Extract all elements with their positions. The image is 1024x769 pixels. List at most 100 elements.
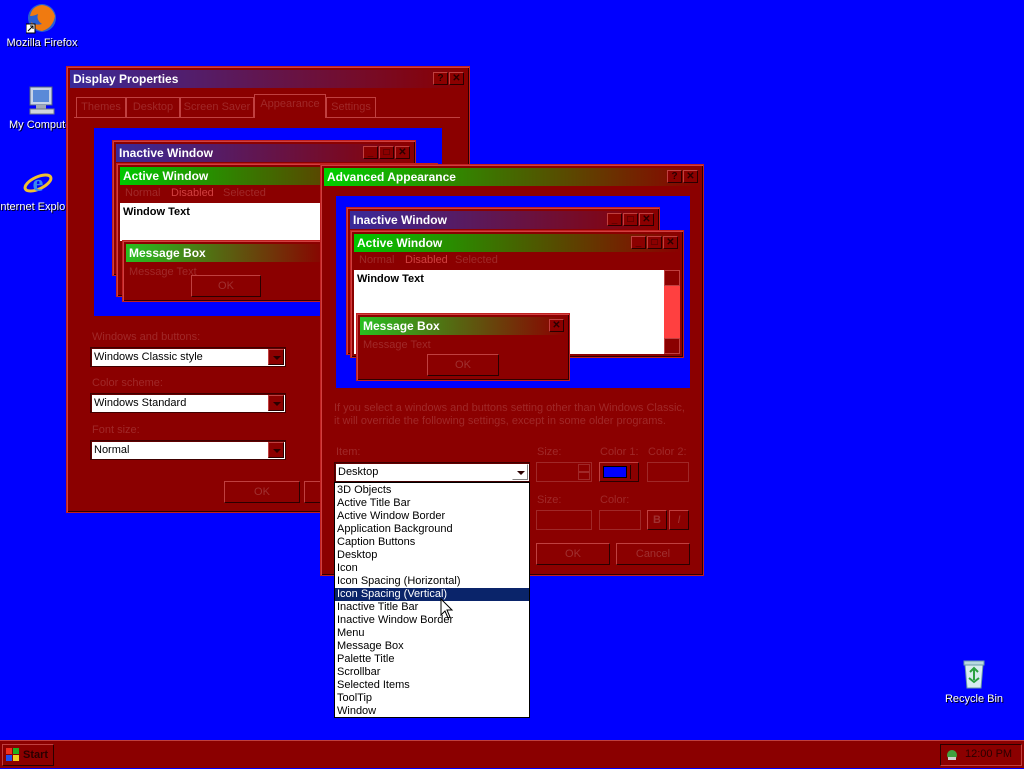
bold-button[interactable]: B <box>647 510 667 530</box>
aa-preview-inactive-title-bar: Inactive Window _ □ ✕ <box>350 211 656 229</box>
svg-text:e: e <box>33 171 44 197</box>
dp-preview-window-text: Window Text <box>120 203 323 241</box>
dp-preview-message-box: Message Box Message Text OK <box>122 240 332 302</box>
tab-screen-saver[interactable]: Screen Saver <box>180 97 254 117</box>
aa-preview-active-title-bar: Active Window _ □ ✕ <box>354 234 680 252</box>
font-size-select[interactable]: Normal <box>90 440 286 460</box>
aa-cancel-button[interactable]: Cancel <box>616 543 690 565</box>
item-option[interactable]: Active Window Border <box>335 510 529 523</box>
desktop-icon-label: Mozilla Firefox <box>6 37 78 49</box>
taskbar-clock[interactable]: 12:00 PM <box>965 748 1012 760</box>
font-size-select-aa[interactable] <box>536 510 592 530</box>
item-value: Desktop <box>338 466 379 478</box>
item-option[interactable]: Menu <box>335 627 529 640</box>
maximize-icon: □ <box>647 236 662 249</box>
menu-normal: Normal <box>359 254 395 266</box>
dp-ok-button[interactable]: OK <box>224 481 300 503</box>
window-title: Display Properties <box>73 72 179 86</box>
chevron-down-icon[interactable] <box>268 349 284 365</box>
font-size-value: Normal <box>94 444 130 456</box>
dp-message-box-title-bar: Message Box <box>126 244 328 262</box>
item-option[interactable]: ToolTip <box>335 692 529 705</box>
item-option[interactable]: Scrollbar <box>335 666 529 679</box>
mouse-cursor-icon <box>440 597 454 623</box>
windows-logo-icon <box>6 748 20 769</box>
window-title-bar[interactable]: Advanced Appearance ? ✕ <box>324 168 700 186</box>
menu-selected: Selected <box>223 187 266 199</box>
spin-down-icon[interactable] <box>578 472 590 480</box>
chevron-down-icon[interactable] <box>512 464 528 480</box>
close-icon: ✕ <box>395 146 410 159</box>
item-option[interactable]: Inactive Title Bar <box>335 601 529 614</box>
tab-themes[interactable]: Themes <box>76 97 126 117</box>
menu-selected: Selected <box>455 254 498 266</box>
minimize-icon: _ <box>607 213 622 226</box>
color2-picker[interactable] <box>647 462 689 482</box>
item-option[interactable]: Icon Spacing (Vertical) <box>335 588 529 601</box>
aa-message-box-title-bar: Message Box ✕ <box>360 317 566 335</box>
menu-disabled: Disabled <box>405 254 448 266</box>
help-button[interactable]: ? <box>667 170 682 183</box>
aa-message-box-title: Message Box <box>363 319 440 333</box>
item-option[interactable]: Palette Title <box>335 653 529 666</box>
menu-disabled: Disabled <box>171 187 214 199</box>
aa-message-text: Message Text <box>363 339 431 351</box>
item-option[interactable]: Selected Items <box>335 679 529 692</box>
item-option[interactable]: Icon <box>335 562 529 575</box>
font-color-picker[interactable] <box>599 510 641 530</box>
color-scheme-select[interactable]: Windows Standard <box>90 393 286 413</box>
aa-info-line-2: it will override the following settings,… <box>334 415 666 427</box>
item-option[interactable]: Message Box <box>335 640 529 653</box>
size-label: Size: <box>537 446 562 458</box>
spin-up-icon[interactable] <box>578 464 590 472</box>
window-title: Advanced Appearance <box>327 170 456 184</box>
scroll-down-icon <box>664 338 680 354</box>
item-option[interactable]: Application Background <box>335 523 529 536</box>
tray-network-icon[interactable] <box>945 748 959 765</box>
color1-picker[interactable] <box>599 462 639 482</box>
help-button[interactable]: ? <box>433 72 448 85</box>
ie-icon: e <box>22 166 54 198</box>
windows-buttons-value: Windows Classic style <box>94 351 203 363</box>
item-option[interactable]: Inactive Window Border <box>335 614 529 627</box>
scroll-up-icon <box>664 270 680 286</box>
italic-button[interactable]: I <box>669 510 689 530</box>
recycle-bin-icon <box>958 658 990 690</box>
start-button[interactable]: Start <box>2 744 54 766</box>
taskbar: Start 12:00 PM <box>0 740 1024 768</box>
item-option[interactable]: Window <box>335 705 529 718</box>
desktop-icon-firefox[interactable]: Mozilla Firefox <box>0 2 84 50</box>
windows-buttons-label: Windows and buttons: <box>92 331 201 343</box>
item-select[interactable]: Desktop <box>334 462 530 482</box>
size-spinner[interactable] <box>536 462 592 482</box>
item-dropdown-list[interactable]: 3D Objects Active Title Bar Active Window … <box>334 482 530 718</box>
dp-preview-active-title: Active Window <box>123 169 209 183</box>
tab-appearance[interactable]: Appearance <box>254 94 326 118</box>
aa-preview-ok-button: OK <box>427 354 499 376</box>
desktop-icon-recycle-bin[interactable]: Recycle Bin <box>932 658 1016 706</box>
item-option[interactable]: Desktop <box>335 549 529 562</box>
close-icon: ✕ <box>549 319 564 332</box>
chevron-down-icon[interactable] <box>268 395 284 411</box>
item-option[interactable]: Icon Spacing (Horizontal) <box>335 575 529 588</box>
item-option[interactable]: 3D Objects <box>335 484 529 497</box>
firefox-icon <box>25 2 58 34</box>
item-option[interactable]: Caption Buttons <box>335 536 529 549</box>
close-button[interactable]: ✕ <box>449 72 464 85</box>
window-title-bar[interactable]: Display Properties ? ✕ <box>70 70 466 88</box>
aa-preview-scrollbar <box>664 270 680 354</box>
windows-buttons-select[interactable]: Windows Classic style <box>90 347 286 367</box>
item-option[interactable]: Active Title Bar <box>335 497 529 510</box>
tab-desktop[interactable]: Desktop <box>126 97 180 117</box>
close-button[interactable]: ✕ <box>683 170 698 183</box>
chevron-down-icon[interactable] <box>268 442 284 458</box>
color2-label: Color 2: <box>648 446 687 458</box>
dp-preview-ok-button: OK <box>191 275 261 297</box>
tab-settings[interactable]: Settings <box>326 97 376 117</box>
start-label: Start <box>23 749 49 761</box>
desktop-icon-label: Recycle Bin <box>944 693 1004 705</box>
maximize-icon: □ <box>623 213 638 226</box>
aa-ok-button[interactable]: OK <box>536 543 610 565</box>
minimize-icon: _ <box>363 146 378 159</box>
color-scheme-label: Color scheme: <box>92 377 163 389</box>
